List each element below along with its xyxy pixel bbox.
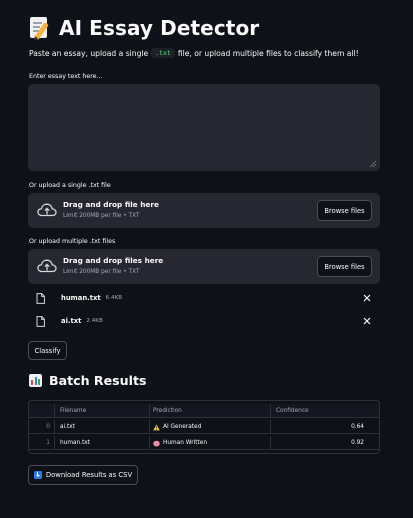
- browse-files-button[interactable]: Browse files: [317, 200, 372, 221]
- essay-input-label: Enter essay text here...: [29, 73, 103, 80]
- uploaded-file-name: ai.txt: [61, 317, 82, 325]
- cell-confidence: 0.64: [270, 420, 368, 434]
- page-title-text: AI Essay Detector: [59, 16, 260, 40]
- table-row[interactable]: 0 ai.txt AI Generated 0.64: [29, 420, 379, 434]
- close-icon[interactable]: [362, 316, 372, 326]
- cell-prediction: Human Written: [149, 436, 270, 450]
- uploaded-file-name: human.txt: [61, 294, 101, 302]
- browse-files-button[interactable]: Browse files: [317, 256, 372, 277]
- column-header-confidence: Confidence: [270, 404, 368, 418]
- classify-button[interactable]: Classify: [28, 341, 67, 360]
- column-header-prediction: Prediction: [149, 404, 270, 418]
- multi-file-dropzone[interactable]: Drag and drop files here Limit 200MB per…: [28, 249, 380, 284]
- brain-icon: [153, 440, 160, 446]
- prediction-label: Human Written: [163, 440, 208, 446]
- dropzone-title: Drag and drop files here: [63, 256, 164, 265]
- page-title: AI Essay Detector: [29, 14, 259, 42]
- table-header-row: Filename Prediction Confidence: [29, 404, 379, 418]
- file-icon: [36, 292, 45, 304]
- uploaded-file-size: 6.4KB: [105, 295, 123, 301]
- batch-results-heading: Batch Results: [29, 373, 146, 388]
- batch-results-title: Batch Results: [49, 373, 147, 388]
- file-icon: [36, 315, 45, 327]
- download-csv-button[interactable]: Download Results as CSV: [28, 465, 138, 485]
- dropzone-limit: Limit 200MB per file • TXT: [63, 213, 140, 219]
- essay-textarea[interactable]: [28, 84, 380, 171]
- row-index: 0: [46, 424, 50, 430]
- cell-filename: human.txt: [54, 436, 149, 450]
- cell-confidence: 0.92: [270, 436, 368, 450]
- cell-filename: ai.txt: [54, 420, 149, 434]
- uploaded-file-item: human.txt 6.4KB: [36, 291, 376, 305]
- cloud-upload-icon: [37, 203, 57, 217]
- dropzone-title: Drag and drop file here: [63, 200, 159, 209]
- single-upload-label: Or upload a single .txt file: [29, 182, 111, 189]
- warning-icon: [153, 423, 160, 430]
- resize-handle-icon[interactable]: [369, 160, 377, 168]
- row-index: 1: [46, 440, 50, 446]
- column-header-filename: Filename: [54, 404, 149, 418]
- inline-code: .txt: [151, 48, 175, 58]
- single-file-dropzone[interactable]: Drag and drop file here Limit 200MB per …: [28, 193, 380, 228]
- uploaded-file-item: ai.txt 2.4KB: [36, 314, 376, 328]
- results-table[interactable]: Filename Prediction Confidence 0 ai.txt …: [28, 400, 380, 454]
- close-icon[interactable]: [362, 293, 372, 303]
- memo-icon: [29, 16, 51, 40]
- bar-chart-icon: [29, 374, 42, 387]
- table-row[interactable]: 1 human.txt Human Written 0.92: [29, 436, 379, 450]
- uploaded-file-size: 2.4KB: [86, 318, 103, 324]
- dropzone-limit: Limit 200MB per file • TXT: [63, 269, 140, 275]
- cell-prediction: AI Generated: [149, 420, 270, 434]
- multi-upload-label: Or upload multiple .txt files: [29, 238, 116, 245]
- download-icon: [33, 471, 42, 479]
- download-csv-label: Download Results as CSV: [45, 471, 133, 479]
- prediction-label: AI Generated: [163, 424, 202, 430]
- page-subtitle: Paste an essay, upload a single .txt fil…: [29, 48, 359, 58]
- cloud-upload-icon: [37, 259, 57, 273]
